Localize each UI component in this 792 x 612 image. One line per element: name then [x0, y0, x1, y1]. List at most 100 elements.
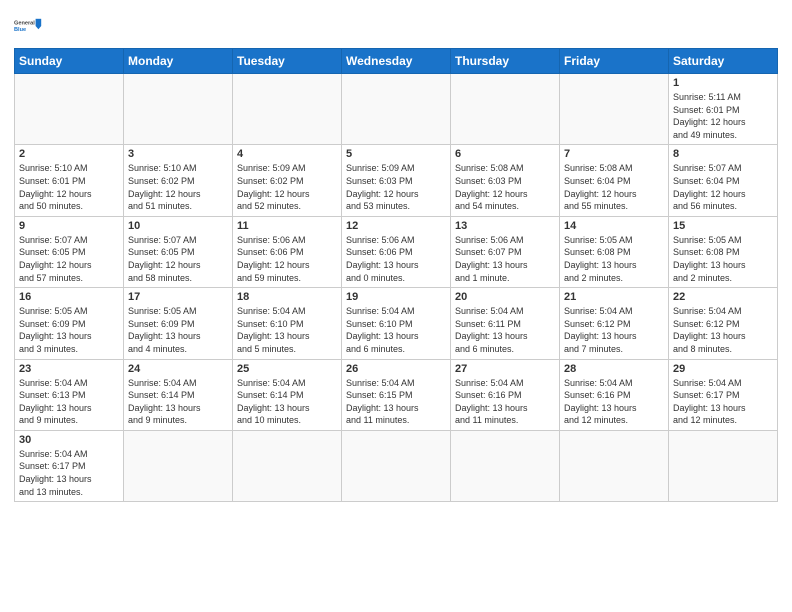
day-info: Sunrise: 5:11 AM Sunset: 6:01 PM Dayligh… — [673, 91, 773, 141]
day-info: Sunrise: 5:09 AM Sunset: 6:02 PM Dayligh… — [237, 162, 337, 212]
day-number: 27 — [455, 363, 555, 375]
calendar-day-cell: 5Sunrise: 5:09 AM Sunset: 6:03 PM Daylig… — [342, 145, 451, 216]
generalblue-logo-icon: GeneralBlue — [14, 12, 42, 40]
day-number: 11 — [237, 220, 337, 232]
day-info: Sunrise: 5:04 AM Sunset: 6:11 PM Dayligh… — [455, 305, 555, 355]
day-header-sunday: Sunday — [15, 49, 124, 74]
calendar-day-cell: 23 Sunrise: 5:04 AM Sunset: 6:13 PM Dayli… — [15, 359, 124, 430]
calendar-week-row: 16 Sunrise: 5:05 AM Sunset: 6:09 PM Dayli… — [15, 288, 778, 359]
calendar-day-cell — [560, 430, 669, 501]
day-number: 26 — [346, 363, 446, 375]
calendar-day-cell: 10Sunrise: 5:07 AM Sunset: 6:05 PM Dayli… — [124, 216, 233, 287]
day-number: 16 — [19, 291, 119, 303]
day-number: 9 — [19, 220, 119, 232]
calendar-day-cell — [451, 430, 560, 501]
day-info: Sunrise: 5:07 AM Sunset: 6:05 PM Dayligh… — [19, 234, 119, 284]
calendar-day-cell — [233, 74, 342, 145]
day-number: 12 — [346, 220, 446, 232]
calendar-header-row: SundayMondayTuesdayWednesdayThursdayFrid… — [15, 49, 778, 74]
calendar-day-cell: 8Sunrise: 5:07 AM Sunset: 6:04 PM Daylig… — [669, 145, 778, 216]
page: GeneralBlue SundayMondayTuesdayWednesday… — [0, 0, 792, 612]
day-info: Sunrise: 5:04 AM Sunset: 6:13 PM Dayligh… — [19, 377, 119, 427]
calendar-day-cell: 14 Sunrise: 5:05 AM Sunset: 6:08 PM Dayli… — [560, 216, 669, 287]
calendar-day-cell: 16 Sunrise: 5:05 AM Sunset: 6:09 PM Dayli… — [15, 288, 124, 359]
day-header-friday: Friday — [560, 49, 669, 74]
calendar-week-row: 30 Sunrise: 5:04 AM Sunset: 6:17 PM Dayli… — [15, 430, 778, 501]
calendar-day-cell: 7 Sunrise: 5:08 AM Sunset: 6:04 PM Daylig… — [560, 145, 669, 216]
day-number: 13 — [455, 220, 555, 232]
day-number: 3 — [128, 148, 228, 160]
day-info: Sunrise: 5:05 AM Sunset: 6:08 PM Dayligh… — [673, 234, 773, 284]
day-info: Sunrise: 5:04 AM Sunset: 6:10 PM Dayligh… — [237, 305, 337, 355]
day-info: Sunrise: 5:04 AM Sunset: 6:14 PM Dayligh… — [237, 377, 337, 427]
calendar-day-cell — [342, 74, 451, 145]
calendar-day-cell: 29 Sunrise: 5:04 AM Sunset: 6:17 PM Dayli… — [669, 359, 778, 430]
svg-text:Blue: Blue — [14, 27, 26, 33]
day-info: Sunrise: 5:04 AM Sunset: 6:16 PM Dayligh… — [455, 377, 555, 427]
day-info: Sunrise: 5:06 AM Sunset: 6:07 PM Dayligh… — [455, 234, 555, 284]
day-number: 30 — [19, 434, 119, 446]
calendar-week-row: 1 Sunrise: 5:11 AM Sunset: 6:01 PM Daylig… — [15, 74, 778, 145]
day-info: Sunrise: 5:05 AM Sunset: 6:09 PM Dayligh… — [128, 305, 228, 355]
calendar-week-row: 9 Sunrise: 5:07 AM Sunset: 6:05 PM Daylig… — [15, 216, 778, 287]
calendar-day-cell — [15, 74, 124, 145]
calendar-day-cell: 30 Sunrise: 5:04 AM Sunset: 6:17 PM Dayli… — [15, 430, 124, 501]
day-number: 28 — [564, 363, 664, 375]
calendar-day-cell: 6Sunrise: 5:08 AM Sunset: 6:03 PM Daylig… — [451, 145, 560, 216]
day-info: Sunrise: 5:04 AM Sunset: 6:16 PM Dayligh… — [564, 377, 664, 427]
day-number: 29 — [673, 363, 773, 375]
day-info: Sunrise: 5:07 AM Sunset: 6:04 PM Dayligh… — [673, 162, 773, 212]
calendar-day-cell: 4 Sunrise: 5:09 AM Sunset: 6:02 PM Daylig… — [233, 145, 342, 216]
day-info: Sunrise: 5:09 AM Sunset: 6:03 PM Dayligh… — [346, 162, 446, 212]
day-info: Sunrise: 5:04 AM Sunset: 6:15 PM Dayligh… — [346, 377, 446, 427]
day-info: Sunrise: 5:05 AM Sunset: 6:08 PM Dayligh… — [564, 234, 664, 284]
day-header-saturday: Saturday — [669, 49, 778, 74]
day-info: Sunrise: 5:04 AM Sunset: 6:12 PM Dayligh… — [564, 305, 664, 355]
calendar-day-cell — [342, 430, 451, 501]
calendar-day-cell: 27 Sunrise: 5:04 AM Sunset: 6:16 PM Dayli… — [451, 359, 560, 430]
day-info: Sunrise: 5:10 AM Sunset: 6:02 PM Dayligh… — [128, 162, 228, 212]
day-number: 4 — [237, 148, 337, 160]
calendar-day-cell: 19Sunrise: 5:04 AM Sunset: 6:10 PM Dayli… — [342, 288, 451, 359]
calendar-day-cell — [560, 74, 669, 145]
day-info: Sunrise: 5:04 AM Sunset: 6:17 PM Dayligh… — [19, 448, 119, 498]
day-number: 18 — [237, 291, 337, 303]
calendar-day-cell: 2Sunrise: 5:10 AM Sunset: 6:01 PM Daylig… — [15, 145, 124, 216]
calendar-day-cell: 15Sunrise: 5:05 AM Sunset: 6:08 PM Dayli… — [669, 216, 778, 287]
calendar-day-cell: 25 Sunrise: 5:04 AM Sunset: 6:14 PM Dayli… — [233, 359, 342, 430]
day-number: 19 — [346, 291, 446, 303]
calendar-day-cell: 28 Sunrise: 5:04 AM Sunset: 6:16 PM Dayli… — [560, 359, 669, 430]
day-info: Sunrise: 5:04 AM Sunset: 6:12 PM Dayligh… — [673, 305, 773, 355]
day-number: 21 — [564, 291, 664, 303]
day-info: Sunrise: 5:08 AM Sunset: 6:04 PM Dayligh… — [564, 162, 664, 212]
calendar-day-cell — [233, 430, 342, 501]
calendar-day-cell: 18 Sunrise: 5:04 AM Sunset: 6:10 PM Dayli… — [233, 288, 342, 359]
calendar-day-cell: 3 Sunrise: 5:10 AM Sunset: 6:02 PM Daylig… — [124, 145, 233, 216]
day-info: Sunrise: 5:05 AM Sunset: 6:09 PM Dayligh… — [19, 305, 119, 355]
day-info: Sunrise: 5:04 AM Sunset: 6:14 PM Dayligh… — [128, 377, 228, 427]
calendar-day-cell: 20 Sunrise: 5:04 AM Sunset: 6:11 PM Dayli… — [451, 288, 560, 359]
day-info: Sunrise: 5:04 AM Sunset: 6:17 PM Dayligh… — [673, 377, 773, 427]
day-number: 24 — [128, 363, 228, 375]
calendar-day-cell: 21 Sunrise: 5:04 AM Sunset: 6:12 PM Dayli… — [560, 288, 669, 359]
day-info: Sunrise: 5:06 AM Sunset: 6:06 PM Dayligh… — [346, 234, 446, 284]
day-header-tuesday: Tuesday — [233, 49, 342, 74]
day-number: 23 — [19, 363, 119, 375]
calendar-day-cell: 26 Sunrise: 5:04 AM Sunset: 6:15 PM Dayli… — [342, 359, 451, 430]
calendar-day-cell: 11Sunrise: 5:06 AM Sunset: 6:06 PM Dayli… — [233, 216, 342, 287]
calendar-day-cell: 22 Sunrise: 5:04 AM Sunset: 6:12 PM Dayli… — [669, 288, 778, 359]
day-header-monday: Monday — [124, 49, 233, 74]
calendar-day-cell: 12 Sunrise: 5:06 AM Sunset: 6:06 PM Dayli… — [342, 216, 451, 287]
day-header-thursday: Thursday — [451, 49, 560, 74]
day-number: 14 — [564, 220, 664, 232]
day-number: 25 — [237, 363, 337, 375]
day-number: 17 — [128, 291, 228, 303]
calendar-day-cell: 24 Sunrise: 5:04 AM Sunset: 6:14 PM Dayli… — [124, 359, 233, 430]
day-number: 1 — [673, 77, 773, 89]
calendar-day-cell: 9 Sunrise: 5:07 AM Sunset: 6:05 PM Daylig… — [15, 216, 124, 287]
day-number: 22 — [673, 291, 773, 303]
day-number: 20 — [455, 291, 555, 303]
day-number: 7 — [564, 148, 664, 160]
calendar-day-cell: 1 Sunrise: 5:11 AM Sunset: 6:01 PM Daylig… — [669, 74, 778, 145]
calendar-day-cell — [451, 74, 560, 145]
